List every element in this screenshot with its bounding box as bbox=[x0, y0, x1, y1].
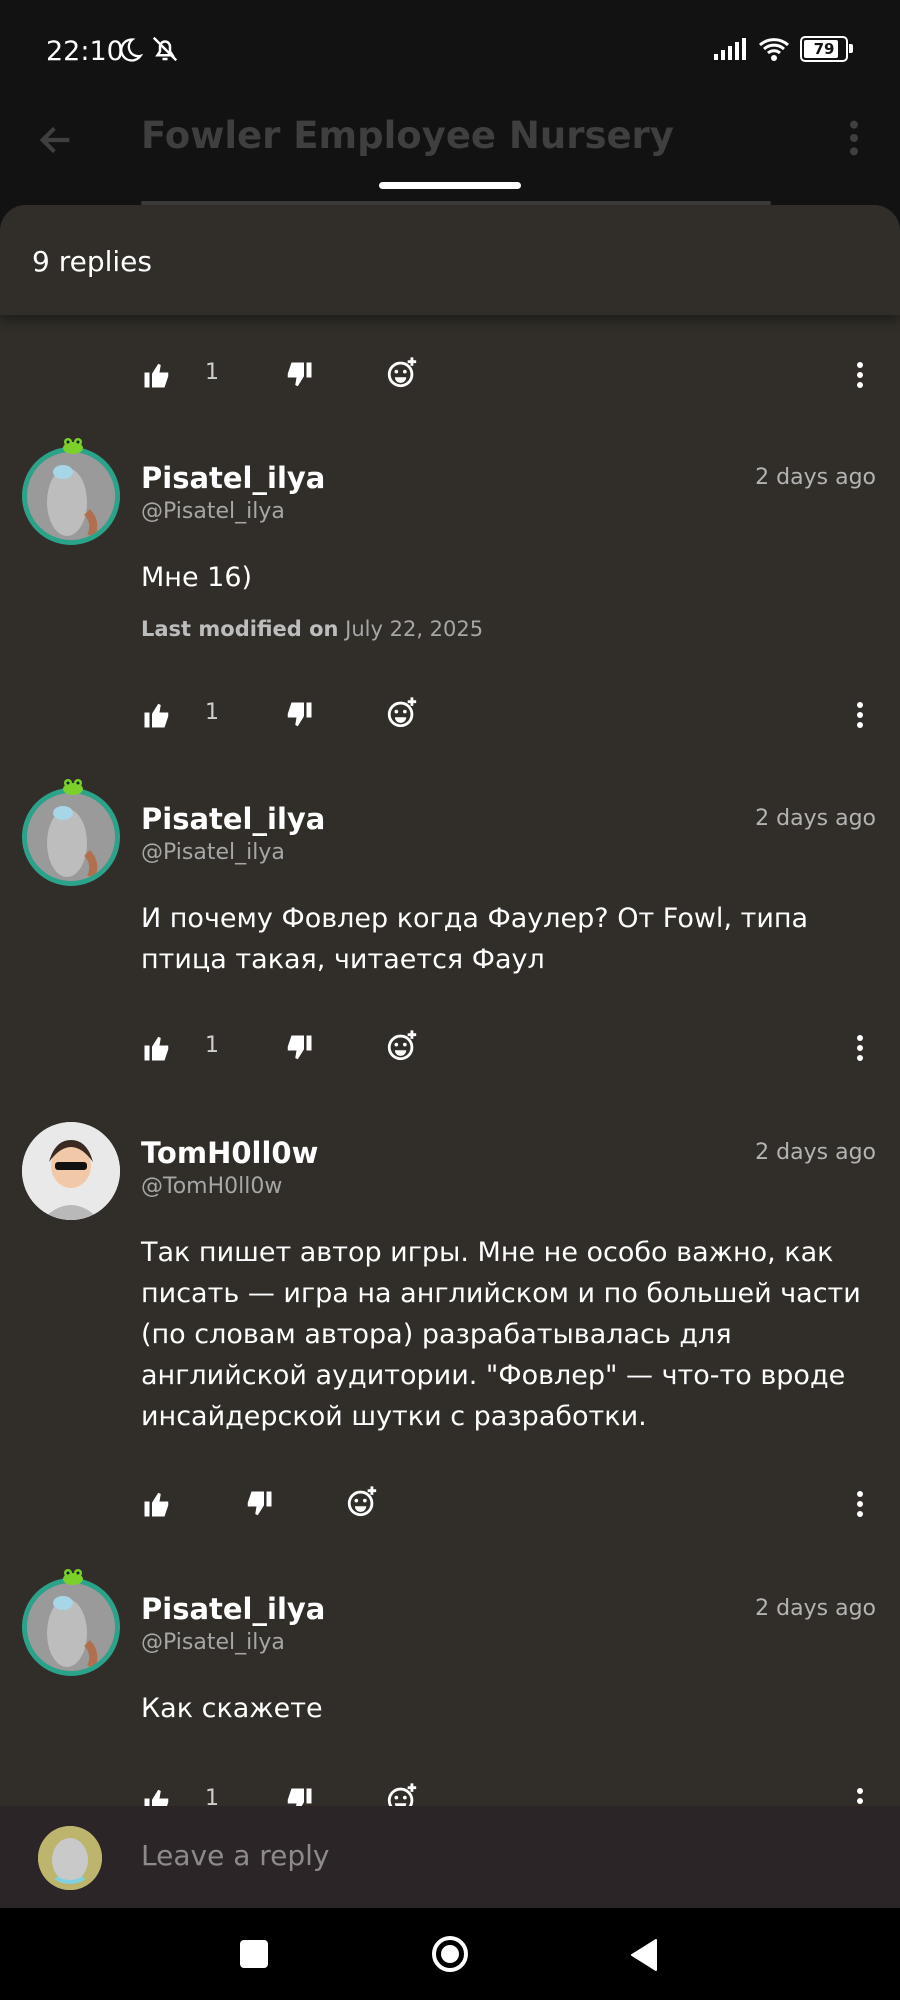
comment-time: 2 days ago bbox=[755, 806, 876, 831]
comment-handle: @Pisatel_ilya bbox=[141, 1630, 285, 1655]
avatar[interactable] bbox=[22, 1122, 120, 1220]
add-reaction-icon[interactable] bbox=[345, 1485, 379, 1519]
more-vertical-icon[interactable] bbox=[852, 1033, 868, 1063]
last-modified-date: July 22, 2025 bbox=[345, 617, 484, 641]
recents-button[interactable] bbox=[240, 1940, 268, 1968]
thumbs-down-icon[interactable] bbox=[284, 360, 314, 390]
avatar-image bbox=[22, 1122, 120, 1220]
comment-handle: @TomH0ll0w bbox=[141, 1174, 283, 1199]
avatar[interactable] bbox=[22, 788, 120, 886]
last-modified: Last modified on July 22, 2025 bbox=[141, 617, 483, 641]
status-indicators: 79 bbox=[714, 36, 853, 62]
comment-actions bbox=[0, 1479, 900, 1529]
more-vertical-icon[interactable] bbox=[852, 360, 868, 390]
comment-actions: 1 bbox=[0, 1023, 900, 1073]
frog-badge-icon bbox=[63, 438, 83, 454]
more-vertical-icon[interactable] bbox=[844, 118, 864, 158]
comment-body: Мне 16) bbox=[141, 562, 253, 593]
status-bar: 22:10 79 bbox=[0, 0, 900, 110]
frog-badge-icon bbox=[63, 779, 83, 795]
comment-time: 2 days ago bbox=[755, 1140, 876, 1165]
comment-handle: @Pisatel_ilya bbox=[141, 840, 285, 865]
avatar[interactable] bbox=[22, 447, 120, 545]
avatar-image bbox=[27, 452, 115, 540]
comment-actions: 1 bbox=[0, 350, 900, 400]
comment-author[interactable]: Pisatel_ilya bbox=[141, 802, 325, 836]
arrow-left-icon[interactable] bbox=[36, 120, 76, 160]
my-avatar bbox=[38, 1826, 102, 1890]
more-vertical-icon[interactable] bbox=[852, 700, 868, 730]
like-count: 1 bbox=[205, 360, 219, 385]
comment-author[interactable]: Pisatel_ilya bbox=[141, 461, 325, 495]
last-modified-label: Last modified on bbox=[141, 617, 339, 641]
thumbs-down-icon[interactable] bbox=[284, 700, 314, 730]
comment-time: 2 days ago bbox=[755, 1596, 876, 1621]
avatar[interactable] bbox=[22, 1578, 120, 1676]
add-reaction-icon[interactable] bbox=[385, 356, 419, 390]
avatar-image bbox=[38, 1826, 102, 1890]
add-reaction-icon[interactable] bbox=[385, 696, 419, 730]
comment-body: И почему Фовлер когда Фаулер? От Fowl, т… bbox=[141, 903, 809, 975]
bell-off-icon bbox=[152, 36, 178, 62]
avatar-image bbox=[27, 1583, 115, 1671]
thumbs-down-icon[interactable] bbox=[284, 1033, 314, 1063]
thumbs-up-icon[interactable] bbox=[142, 360, 172, 390]
like-count: 1 bbox=[205, 700, 219, 725]
thumbs-down-icon[interactable] bbox=[244, 1489, 274, 1519]
back-button[interactable] bbox=[628, 1938, 658, 1972]
signal-icon bbox=[714, 38, 746, 60]
avatar-image bbox=[27, 793, 115, 881]
thumbs-up-icon[interactable] bbox=[142, 1489, 172, 1519]
reply-bar[interactable]: Leave a reply bbox=[0, 1806, 900, 1908]
replies-count: 9 replies bbox=[32, 245, 152, 278]
system-nav-bar bbox=[0, 1908, 900, 2000]
sheet-drag-handle[interactable] bbox=[379, 182, 521, 189]
comment-body: Так пишет автор игры. Мне не особо важно… bbox=[141, 1237, 861, 1432]
thumbs-up-icon[interactable] bbox=[142, 700, 172, 730]
status-time: 22:10 bbox=[46, 36, 124, 67]
comment-time: 2 days ago bbox=[755, 465, 876, 490]
comment-actions: 1 bbox=[0, 690, 900, 740]
page-title: Fowler Employee Nursery bbox=[141, 114, 674, 157]
wifi-icon bbox=[759, 38, 789, 61]
sheet-header: 9 replies bbox=[0, 205, 900, 315]
battery-icon: 79 bbox=[800, 36, 853, 62]
thumbs-up-icon[interactable] bbox=[142, 1033, 172, 1063]
do-not-disturb-moon-icon bbox=[120, 38, 144, 62]
comment-author[interactable]: Pisatel_ilya bbox=[141, 1592, 325, 1626]
replies-sheet: 9 replies 1 Pisatel_ilya @Pisatel_ilya 2… bbox=[0, 205, 900, 1905]
comment-body: Как скажете bbox=[141, 1693, 323, 1724]
add-reaction-icon[interactable] bbox=[385, 1029, 419, 1063]
battery-level: 79 bbox=[813, 40, 835, 58]
home-button[interactable] bbox=[430, 1934, 470, 1974]
comment-handle: @Pisatel_ilya bbox=[141, 499, 285, 524]
like-count: 1 bbox=[205, 1033, 219, 1058]
more-vertical-icon[interactable] bbox=[852, 1489, 868, 1519]
frog-badge-icon bbox=[63, 1569, 83, 1585]
comment-author[interactable]: TomH0ll0w bbox=[141, 1136, 318, 1170]
reply-input[interactable]: Leave a reply bbox=[141, 1839, 330, 1872]
